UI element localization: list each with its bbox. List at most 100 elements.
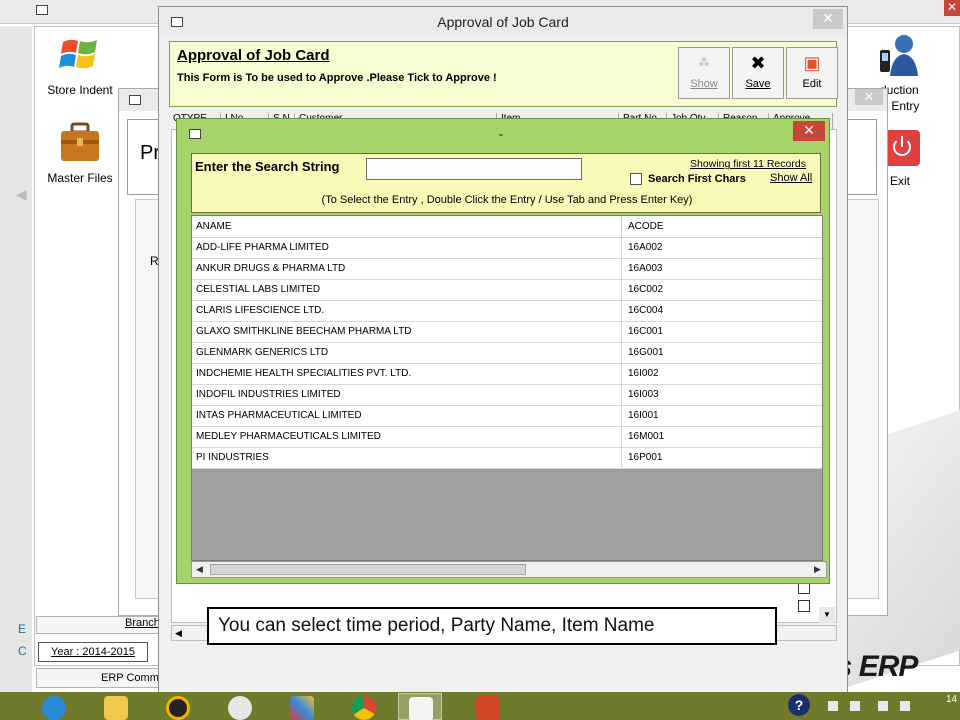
approval-form-title: Approval of Job Card: [177, 47, 330, 64]
result-acode: 16C004: [628, 305, 664, 316]
show-button[interactable]: ⁂ Show: [678, 47, 730, 99]
scroll-left-icon[interactable]: ◀: [175, 628, 182, 639]
year-status[interactable]: Year : 2014-2015: [38, 642, 148, 662]
edit-button[interactable]: ▣ Edit: [786, 47, 838, 99]
approval-window-title: Approval of Job Card: [437, 14, 569, 30]
internet-explorer-icon[interactable]: [32, 693, 76, 720]
left-strip: ◀: [0, 26, 32, 692]
result-acode: 16A002: [628, 242, 663, 253]
search-first-chars-label[interactable]: Search First Chars: [648, 173, 746, 185]
power-icon-line: [901, 136, 903, 147]
result-row[interactable]: GLAXO SMITHKLINE BEECHAM PHARMA LTD 16C00…: [192, 322, 822, 343]
left-arrow-icon[interactable]: ◀: [16, 186, 27, 203]
result-aname: GLAXO SMITHKLINE BEECHAM PHARMA LTD: [192, 322, 622, 343]
tutorial-caption: You can select time period, Party Name, …: [207, 607, 777, 645]
tray-signal-icon[interactable]: [878, 701, 888, 711]
store-indent-shortcut[interactable]: Store Indent: [38, 32, 122, 97]
result-aname: CELESTIAL LABS LIMITED: [192, 280, 622, 301]
help-icon[interactable]: ?: [788, 694, 810, 716]
middle-title: Pr: [140, 142, 160, 164]
master-files-shortcut[interactable]: Master Files: [38, 120, 122, 185]
result-acode: 16A003: [628, 263, 663, 274]
window-icon: [129, 95, 141, 105]
approval-close-button[interactable]: ✕: [813, 9, 843, 29]
search-close-button[interactable]: ✕: [793, 121, 825, 141]
scroll-right-icon[interactable]: ▶: [814, 564, 821, 575]
briefcase-icon: [61, 122, 99, 161]
windows-logo-icon: [59, 39, 97, 69]
tray-volume-icon[interactable]: [900, 701, 910, 711]
store-indent-label: Store Indent: [47, 83, 113, 97]
middle-close-button[interactable]: ✕: [855, 89, 883, 105]
col-acode[interactable]: ACODE: [622, 216, 822, 238]
results-list: ANAME ACODE ADD-LIFE PHARMA LIMITED 16A00…: [191, 215, 823, 561]
result-row[interactable]: PI INDUSTRIES 16P001: [192, 448, 822, 469]
result-acode: 16G001: [628, 347, 664, 358]
file-explorer-icon[interactable]: [94, 693, 138, 720]
col-aname[interactable]: ANAME: [192, 216, 622, 238]
search-first-chars-checkbox[interactable]: [630, 173, 642, 185]
result-aname: PI INDUSTRIES: [192, 448, 622, 469]
results-hscroll[interactable]: ◀ ▶: [191, 561, 827, 578]
result-acode: 16P001: [628, 452, 663, 463]
result-acode: 16I001: [628, 410, 659, 421]
tray-network-icon[interactable]: [850, 701, 860, 711]
search-label: Enter the Search String: [195, 159, 340, 174]
result-aname: CLARIS LIFESCIENCE LTD.: [192, 301, 622, 322]
show-icon: ⁂: [698, 57, 710, 69]
result-row[interactable]: CLARIS LIFESCIENCE LTD. 16C004: [192, 301, 822, 322]
result-row[interactable]: ADD-LIFE PHARMA LIMITED 16A002: [192, 238, 822, 259]
left-letter-e: E: [18, 622, 27, 636]
save-button[interactable]: ✖ Save: [732, 47, 784, 99]
result-row[interactable]: INDOFIL INDUSTRIES LIMITED 16I003: [192, 385, 822, 406]
chrome-icon[interactable]: [342, 693, 386, 720]
erp-window-icon[interactable]: [398, 693, 442, 720]
show-all-link[interactable]: Show All: [770, 172, 812, 184]
results-header: ANAME ACODE: [192, 216, 822, 238]
approval-vscroll-down[interactable]: ▼: [819, 607, 835, 623]
result-row[interactable]: GLENMARK GENERICS LTD 16G001: [192, 343, 822, 364]
window-icon: [189, 129, 201, 139]
result-row[interactable]: INTAS PHARMACEUTICAL LIMITED 16I001: [192, 406, 822, 427]
branch-status[interactable]: Branch: [36, 616, 166, 634]
taskbar: ? 14: [0, 692, 960, 720]
edit-label: Edit: [802, 78, 822, 90]
main-close-button[interactable]: ✕: [944, 0, 960, 16]
search-panel: Enter the Search String Showing first 11…: [191, 153, 821, 213]
powerpoint-icon[interactable]: [466, 693, 510, 720]
search-titlebar: -: [177, 119, 829, 145]
edit-icon: ▣: [803, 53, 821, 73]
search-title: -: [499, 127, 503, 141]
result-aname: ANKUR DRUGS & PHARMA LTD: [192, 259, 622, 280]
result-aname: INDOFIL INDUSTRIES LIMITED: [192, 385, 622, 406]
search-dialog: - ✕ Enter the Search String Showing firs…: [176, 118, 830, 584]
result-aname: INTAS PHARMACEUTICAL LIMITED: [192, 406, 622, 427]
result-aname: GLENMARK GENERICS LTD: [192, 343, 622, 364]
search-hint: (To Select the Entry , Double Click the …: [321, 194, 693, 206]
exit-label: Exit: [890, 174, 911, 188]
tray-clock[interactable]: 14: [946, 694, 957, 705]
search-input[interactable]: [366, 158, 582, 180]
approval-header: Approval of Job Card This Form is To be …: [169, 41, 838, 107]
tray-flag-icon[interactable]: [828, 701, 838, 711]
media-icon[interactable]: [156, 693, 200, 720]
hp-icon[interactable]: [218, 693, 262, 720]
year-label: Year : 2014-2015: [51, 646, 135, 658]
result-row[interactable]: CELESTIAL LABS LIMITED 16C002: [192, 280, 822, 301]
exit-button[interactable]: [884, 130, 920, 166]
scroll-thumb[interactable]: [210, 564, 526, 575]
erp-common-status: ERP Commo: [36, 668, 166, 688]
result-aname: MEDLEY PHARMACEUTICALS LIMITED: [192, 427, 622, 448]
result-row[interactable]: ANKUR DRUGS & PHARMA LTD 16A003: [192, 259, 822, 280]
result-row[interactable]: INDCHEMIE HEALTH SPECIALITIES PVT. LTD. 1…: [192, 364, 822, 385]
approve-checkbox[interactable]: [798, 600, 810, 612]
scroll-left-icon[interactable]: ◀: [196, 564, 203, 575]
puzzle-app-icon[interactable]: [280, 693, 324, 720]
approval-titlebar: Approval of Job Card: [159, 7, 847, 37]
left-status-letters: E C: [18, 618, 27, 662]
result-acode: 16I002: [628, 368, 659, 379]
showing-records-link[interactable]: Showing first 11 Records: [690, 158, 806, 170]
window-icon: [36, 5, 48, 15]
result-acode: 16I003: [628, 389, 659, 400]
result-row[interactable]: MEDLEY PHARMACEUTICALS LIMITED 16M001: [192, 427, 822, 448]
